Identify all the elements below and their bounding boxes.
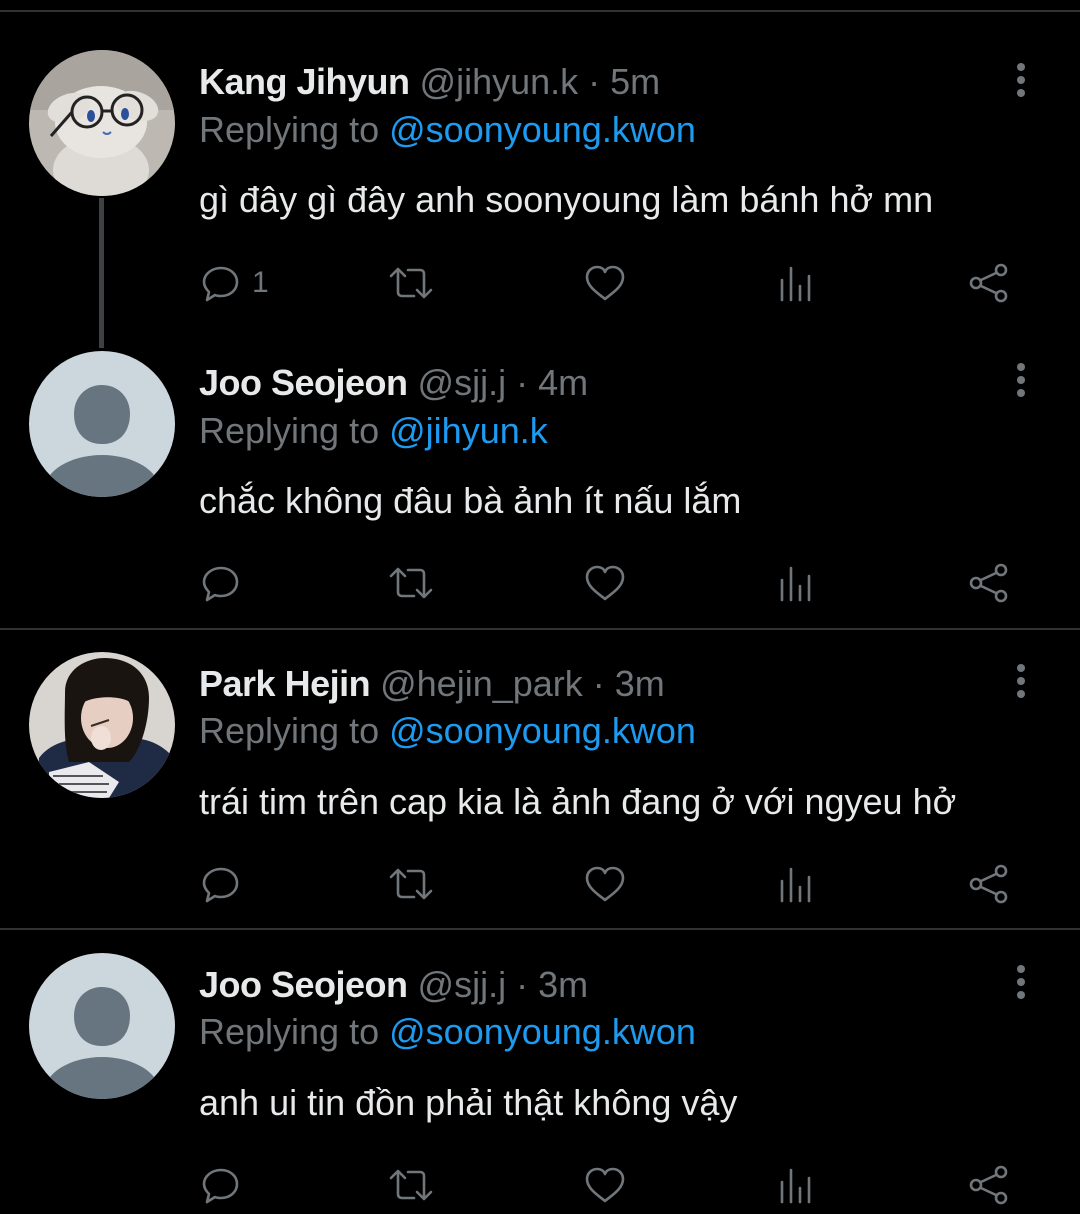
like-icon (585, 565, 625, 601)
replying-to: Replying to @soonyoung.kwon (199, 709, 696, 753)
replying-to: Replying to @jihyun.k (199, 409, 548, 453)
retweet-icon (389, 1169, 433, 1201)
tweet-divider (0, 928, 1080, 930)
retweet-button[interactable] (387, 1160, 435, 1210)
timestamp[interactable]: · 5m (588, 61, 660, 102)
views-icon (780, 867, 811, 903)
share-icon (969, 1165, 1008, 1205)
timestamp[interactable]: · 4m (516, 362, 588, 403)
plush-bunny-avatar-image (29, 50, 175, 196)
tweet-header: Park Hejin @hejin_park · 3m (199, 662, 665, 706)
retweet-icon (389, 567, 433, 599)
views-icon (780, 1168, 811, 1204)
views-icon (780, 566, 811, 602)
views-icon (780, 266, 811, 302)
replying-to-label: Replying to (199, 1011, 380, 1052)
replying-to-label: Replying to (199, 109, 380, 150)
tweet-text: anh ui tin đồn phải thật không vậy (199, 1082, 738, 1123)
views-button[interactable] (777, 558, 817, 608)
like-button[interactable] (583, 258, 627, 308)
reply-icon (202, 266, 239, 302)
more-icon[interactable] (1006, 60, 1036, 100)
more-icon[interactable] (1006, 360, 1036, 400)
replying-to-label: Replying to (199, 410, 380, 451)
views-button[interactable] (777, 258, 817, 308)
retweet-button[interactable] (387, 258, 435, 308)
replying-to-label: Replying to (199, 710, 380, 751)
avatar-joo-seojeon[interactable] (29, 953, 175, 1099)
retweet-icon (389, 267, 433, 299)
share-icon (969, 563, 1008, 603)
share-button[interactable] (967, 859, 1011, 909)
reply-icon (202, 566, 239, 602)
like-icon (585, 1167, 625, 1203)
display-name[interactable]: Kang Jihyun (199, 61, 410, 102)
tweet-text: gì đây gì đây anh soonyoung làm bánh hở … (199, 179, 934, 220)
retweet-button[interactable] (387, 859, 435, 909)
share-button[interactable] (967, 258, 1011, 308)
tweet-text: trái tim trên cap kia là ảnh đang ở với … (199, 781, 957, 822)
tweet-header: Joo Seojeon @sjj.j · 3m (199, 963, 588, 1007)
more-icon[interactable] (1006, 661, 1036, 701)
avatar-joo-seojeon[interactable] (29, 351, 175, 497)
views-button[interactable] (777, 859, 817, 909)
user-handle[interactable]: @sjj.j (418, 362, 507, 403)
reply-button[interactable] (200, 1160, 252, 1210)
reply-icon (202, 1168, 239, 1204)
tweet-header: Kang Jihyun @jihyun.k · 5m (199, 60, 660, 104)
share-button[interactable] (967, 1160, 1011, 1210)
reply-button[interactable]: 1 (200, 258, 269, 308)
tweet-divider (0, 628, 1080, 630)
tweet-actions (0, 859, 1080, 909)
replying-to: Replying to @soonyoung.kwon (199, 1010, 696, 1054)
reply-button[interactable] (200, 859, 252, 909)
replying-to-mention[interactable]: @jihyun.k (389, 410, 548, 451)
tweet-actions (0, 1160, 1080, 1210)
timestamp[interactable]: · 3m (516, 964, 588, 1005)
top-divider (0, 10, 1080, 12)
avatar-park-hejin[interactable] (29, 652, 175, 798)
timestamp[interactable]: · 3m (593, 663, 665, 704)
tweet-actions: 1 (0, 258, 1080, 308)
replying-to-mention[interactable]: @soonyoung.kwon (389, 710, 696, 751)
more-icon[interactable] (1006, 962, 1036, 1002)
user-handle[interactable]: @sjj.j (418, 964, 507, 1005)
like-button[interactable] (583, 1160, 627, 1210)
replying-to: Replying to @soonyoung.kwon (199, 108, 696, 152)
girl-avatar-image (29, 652, 175, 798)
like-icon (585, 866, 625, 902)
retweet-icon (389, 868, 433, 900)
like-button[interactable] (583, 859, 627, 909)
user-handle[interactable]: @jihyun.k (420, 61, 579, 102)
avatar-kang-jihyun[interactable] (29, 50, 175, 196)
retweet-button[interactable] (387, 558, 435, 608)
reply-button[interactable] (200, 558, 252, 608)
user-handle[interactable]: @hejin_park (380, 663, 583, 704)
default-profile-icon (29, 351, 175, 497)
display-name[interactable]: Joo Seojeon (199, 362, 408, 403)
tweet-text: chắc không đâu bà ảnh ít nấu lắm (199, 480, 742, 521)
share-button[interactable] (967, 558, 1011, 608)
like-icon (585, 265, 625, 301)
replying-to-mention[interactable]: @soonyoung.kwon (389, 109, 696, 150)
replying-to-mention[interactable]: @soonyoung.kwon (389, 1011, 696, 1052)
reply-icon (202, 867, 239, 903)
reply-count: 1 (252, 266, 269, 299)
views-button[interactable] (777, 1160, 817, 1210)
display-name[interactable]: Park Hejin (199, 663, 371, 704)
like-button[interactable] (583, 558, 627, 608)
share-icon (969, 864, 1008, 904)
display-name[interactable]: Joo Seojeon (199, 964, 408, 1005)
tweet-header: Joo Seojeon @sjj.j · 4m (199, 361, 588, 405)
default-profile-icon (29, 953, 175, 1099)
share-icon (969, 263, 1008, 303)
tweet-actions (0, 558, 1080, 608)
